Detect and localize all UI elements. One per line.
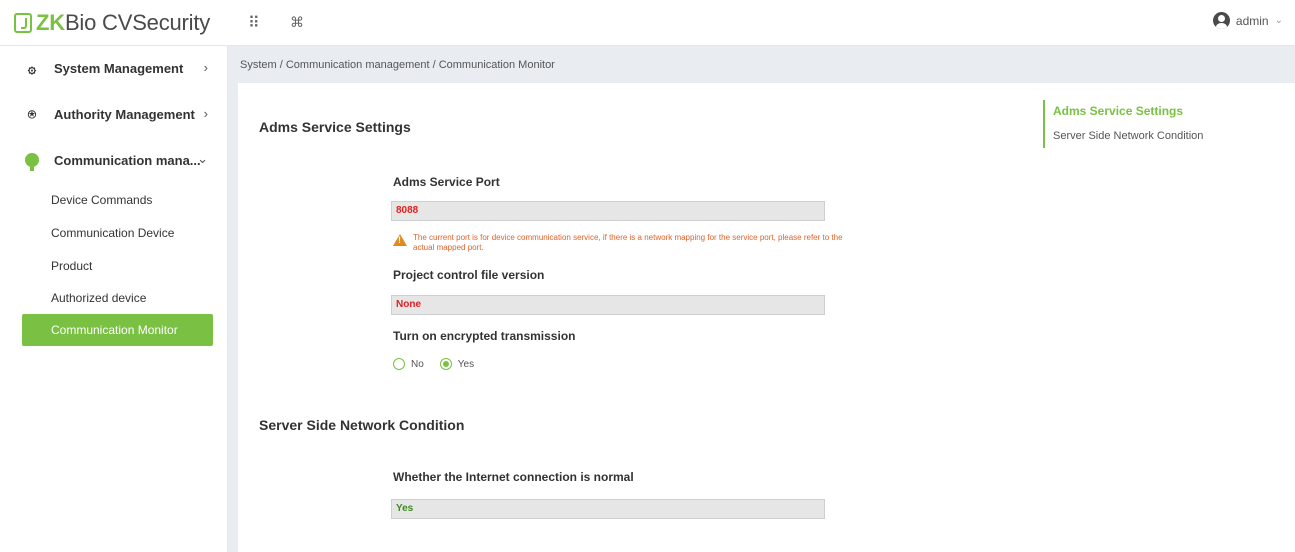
internet-connection-field[interactable]: Yes [391, 499, 825, 519]
logo-mark-icon [14, 13, 32, 33]
sidebar-item-system-management[interactable]: ۞ System Management › [0, 48, 228, 88]
user-avatar-icon [1212, 12, 1230, 29]
grid-apps-icon[interactable]: ⠿ [248, 13, 260, 33]
anchor-link-server-side-network-condition[interactable]: Server Side Network Condition [1053, 130, 1203, 142]
chevron-right-icon: › [203, 106, 208, 121]
port-warning: The current port is for device communica… [393, 233, 853, 253]
sidebar-subitem-communication-monitor[interactable]: Communication Monitor [22, 314, 213, 346]
sidebar-subitem-label: Communication Monitor [51, 323, 178, 337]
sidebar-subitem-device-commands[interactable]: Device Commands [51, 193, 152, 207]
sidebar-subitem-product[interactable]: Product [51, 259, 92, 273]
app-logo[interactable]: ZK Bio CVSecurity [14, 8, 210, 38]
anchor-nav: Adms Service Settings Server Side Networ… [1043, 100, 1203, 148]
sidebar: ۞ System Management › ⍟ Authority Manage… [0, 46, 228, 552]
chevron-down-icon: ⌄ [197, 151, 208, 166]
sidebar-item-label: Authority Management [54, 106, 195, 122]
radio-yes-label: Yes [457, 358, 475, 370]
communication-icon [24, 152, 40, 171]
project-control-file-version-field[interactable]: None [391, 295, 825, 315]
anchor-link-adms-service-settings[interactable]: Adms Service Settings [1053, 104, 1183, 118]
user-menu[interactable]: admin ⌄ [1212, 12, 1283, 29]
chevron-down-icon: ⌄ [1274, 15, 1283, 26]
sidebar-item-authority-management[interactable]: ⍟ Authority Management › [0, 94, 228, 134]
sidebar-item-label: System Management [54, 60, 184, 76]
section-title-adms-service-settings: Adms Service Settings [259, 119, 411, 135]
logo-product-text: Bio CVSecurity [64, 10, 211, 35]
sidebar-subitem-authorized-device[interactable]: Authorized device [51, 291, 146, 305]
sidebar-item-label: Communication mana... [54, 152, 201, 168]
adms-service-port-field[interactable]: 8088 [391, 201, 825, 221]
shield-icon: ⍟ [27, 105, 37, 122]
project-control-file-version-label: Project control file version [393, 268, 545, 282]
logo-brand-text: ZK [36, 10, 65, 35]
sidebar-subitem-communication-device[interactable]: Communication Device [51, 226, 174, 240]
encrypted-transmission-radio-group: No Yes [393, 358, 484, 370]
section-title-server-side-network-condition: Server Side Network Condition [259, 417, 465, 433]
sidebar-item-communication-management[interactable]: Communication mana... ⌄ [0, 140, 228, 180]
top-bar: ZK Bio CVSecurity ⠿ ⌘ admin ⌄ [0, 0, 1295, 46]
adms-service-port-label: Adms Service Port [393, 175, 500, 189]
encrypted-transmission-label: Turn on encrypted transmission [393, 329, 576, 343]
user-name: admin [1235, 13, 1269, 28]
radio-yes[interactable] [439, 358, 452, 370]
gear-cog-icon: ۞ [27, 59, 37, 76]
port-warning-text: The current port is for device communica… [413, 233, 843, 252]
breadcrumb-text: System / Communication management / Comm… [240, 58, 555, 71]
chevron-right-icon: › [203, 60, 208, 75]
radio-no[interactable] [393, 358, 405, 370]
radio-no-label: No [411, 358, 424, 370]
warning-triangle-icon [393, 234, 407, 246]
command-key-icon[interactable]: ⌘ [290, 14, 304, 31]
internet-connection-label: Whether the Internet connection is norma… [393, 470, 634, 484]
breadcrumb: System / Communication management / Comm… [228, 46, 1295, 83]
